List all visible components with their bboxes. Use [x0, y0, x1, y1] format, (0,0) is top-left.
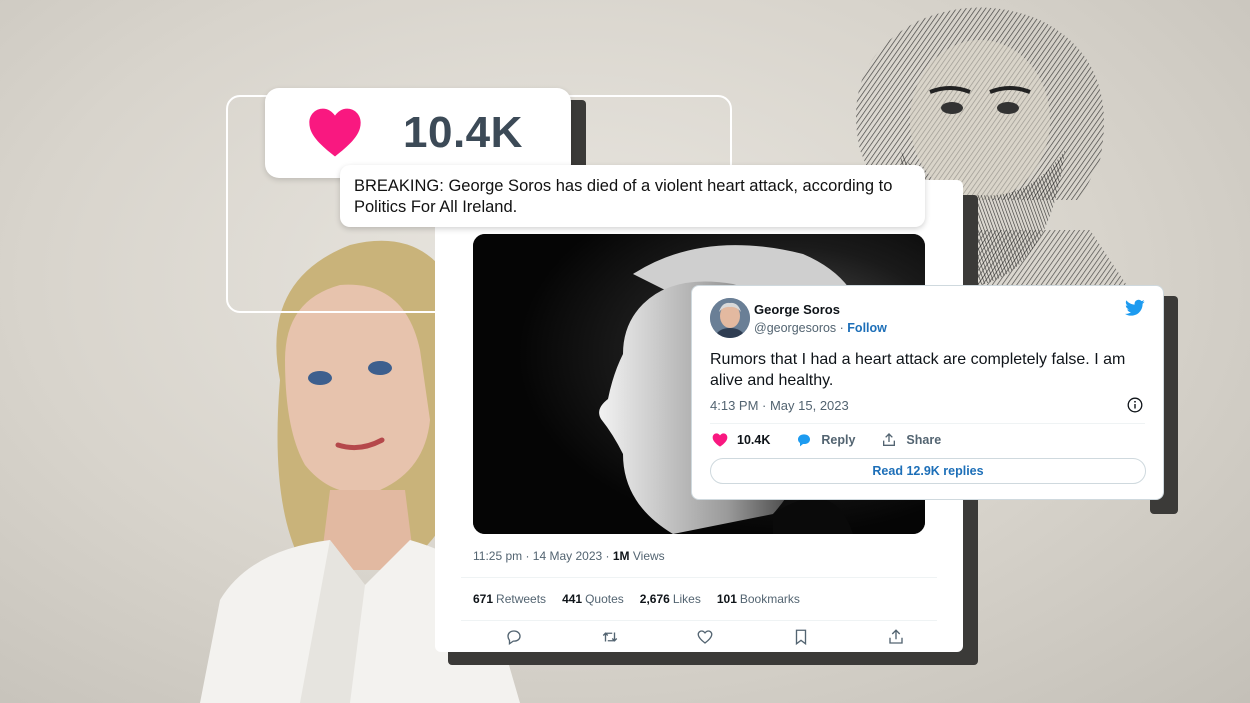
- reply-icon[interactable]: [505, 628, 523, 646]
- reply-icon: [798, 434, 811, 447]
- share-icon: [883, 433, 896, 446]
- stat-bookmarks[interactable]: 101 Bookmarks: [717, 592, 800, 606]
- avatar-image: [710, 298, 750, 338]
- tweet-text: Rumors that I had a heart attack are com…: [710, 351, 1126, 389]
- author-handle[interactable]: @georgesoros: [754, 321, 836, 335]
- views-count: 1M: [612, 549, 630, 563]
- heart-icon: [309, 108, 361, 157]
- tweet-action-bar: [505, 628, 905, 646]
- stat-likes[interactable]: 2,676 Likes: [640, 592, 701, 606]
- avatar[interactable]: [710, 298, 750, 338]
- tweet-timestamp[interactable]: 4:13 PM · May 15, 2023: [710, 398, 849, 413]
- breaking-news-banner: BREAKING: George Soros has died of a vio…: [340, 165, 925, 227]
- tweet-timestamp: 11:25 pm · 14 May 2023 · 1M Views: [473, 549, 665, 563]
- info-icon[interactable]: [1127, 397, 1143, 413]
- retweet-icon[interactable]: [601, 628, 619, 646]
- tweet-stats: 671 Retweets 441 Quotes 2,676 Likes 101 Book…: [473, 592, 800, 606]
- divider: [461, 620, 937, 621]
- like-icon[interactable]: [696, 628, 714, 646]
- follow-button[interactable]: Follow: [847, 321, 887, 335]
- reply-button[interactable]: Reply: [796, 432, 855, 448]
- stat-retweets[interactable]: 671 Retweets: [473, 592, 546, 606]
- stat-quotes[interactable]: 441 Quotes: [562, 592, 624, 606]
- share-button[interactable]: Share: [881, 432, 941, 448]
- soros-tweet-card: George Soros @georgesoros · Follow Rumor…: [691, 285, 1164, 500]
- like-button[interactable]: 10.4K: [712, 432, 770, 448]
- twitter-bird-icon[interactable]: [1125, 299, 1145, 317]
- divider: [461, 577, 937, 578]
- like-count: 10.4K: [403, 108, 523, 157]
- share-icon[interactable]: [887, 628, 905, 646]
- read-replies-button[interactable]: Read 12.9K replies: [710, 458, 1146, 484]
- share-label: Share: [906, 433, 942, 447]
- tweet-action-bar: 10.4K Reply Share: [712, 432, 941, 448]
- bookmark-icon[interactable]: [792, 628, 810, 646]
- author-handle-line: @georgesoros · Follow: [754, 321, 887, 335]
- divider: [710, 423, 1145, 424]
- author-name[interactable]: George Soros: [754, 302, 840, 317]
- reply-label: Reply: [821, 433, 856, 447]
- heart-icon: [712, 433, 728, 447]
- like-count: 10.4K: [737, 433, 771, 447]
